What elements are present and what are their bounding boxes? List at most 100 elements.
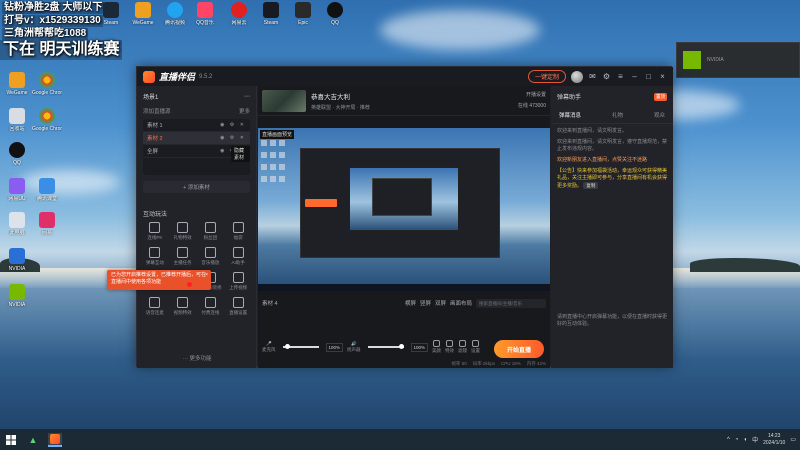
live-app-taskbar-icon[interactable] [48,432,62,447]
app-taskbar-icon[interactable]: ▲ [26,433,40,447]
desktop-icon[interactable]: Epic [288,2,318,26]
desktop-icon[interactable]: 腾讯课堂 [32,178,62,202]
overlay-line-4: 下在 明天训练赛 [0,40,123,60]
scene-menu-icon[interactable]: ⋯ [244,93,250,100]
desktop-icon[interactable]: 网易UU [2,178,32,202]
add-source-button[interactable]: + 添加素材 [143,181,250,193]
pin-button[interactable]: 置顶 [654,92,667,101]
minimize-icon[interactable]: – [630,72,639,81]
start-live-button[interactable]: 开始直播 [494,340,544,358]
desktop-icon[interactable]: QQ [2,142,32,166]
tools-grid: 连线PK 礼物特效 粉丝团 福袋 弹幕互动 主播任务 音乐播放 AI助手 直播回… [137,222,256,316]
more-functions-button[interactable]: ··· 更多功能 [137,354,257,362]
tool-icon [204,222,216,233]
desktop-icon[interactable]: Steam [256,2,286,26]
network-icon[interactable]: ◔ [735,437,739,443]
source-more[interactable]: 更多 [239,107,250,115]
settings-icon[interactable]: ⚙ [602,72,611,81]
status-cpu: CPU 18% [500,361,521,366]
app-icon [39,212,55,228]
tool-item[interactable]: 连线PK [141,222,169,241]
desktop-icon[interactable]: 回收站 [2,108,32,132]
source-header: 添加直播源 [143,109,171,115]
stream-cover[interactable] [262,89,306,112]
tool-item[interactable]: 直播设置 [224,297,252,316]
title-bar[interactable]: 直播伴侣 9.5.2 一键定制 ✉ ⚙ ≡ – □ × [137,67,673,86]
tab-gifts[interactable]: 礼物 [612,111,623,119]
clock[interactable]: 14:23 2024/1/10 [763,433,785,447]
effects-button[interactable]: 特效 [445,340,454,354]
tool-item[interactable]: 粉丝团 [197,222,225,241]
close-icon[interactable]: × [205,272,208,279]
mic-slider[interactable] [282,344,319,349]
desktop-icon[interactable]: WeGame [2,72,32,96]
tab-viewers[interactable]: 观众 [654,111,665,119]
tool-item[interactable]: 视频特效 [169,297,197,316]
desktop-icon[interactable]: NVIDIA [2,284,32,308]
tool-icon [149,297,161,308]
tool-item[interactable]: 礼物特效 [169,222,197,241]
stream-settings-link[interactable]: 开播设置 [518,90,546,101]
desktop-icon[interactable]: WeGame [128,2,158,26]
notification-icon[interactable]: ▭ [790,436,796,443]
windows-start-icon[interactable] [4,433,18,447]
scene-selector[interactable]: 场景1 [143,92,158,101]
desktop-icon[interactable]: 网易云 [224,2,254,26]
preview-canvas[interactable]: 直播画面预览 [258,128,550,291]
layout-dual[interactable]: 双屏 [435,299,446,308]
stream-title[interactable]: 恭喜大吉大利 [311,91,370,101]
tool-item[interactable]: 福袋 [224,222,252,241]
tool-item[interactable]: 上传视频 [224,272,252,291]
tool-item[interactable]: 语音连麦 [141,297,169,316]
clock-time: 14:23 [767,432,781,439]
source-row[interactable]: 素材 2 ◉ ⚙ ✕ [143,132,250,145]
layout-portrait[interactable]: 竖屏 [420,299,431,308]
desktop-icon[interactable]: QQ音乐 [190,2,220,26]
tool-item[interactable]: 主播任务 [169,247,197,266]
menu-icon[interactable]: ≡ [616,72,625,81]
preview-label: 直播画面预览 [260,130,295,139]
tool-item[interactable]: AI助手 [224,247,252,266]
maximize-icon[interactable]: □ [644,72,653,81]
source-actions-icon[interactable]: ◉ ⚙ ✕ [220,122,246,128]
nvidia-widget[interactable]: NVIDIA [676,42,800,78]
netease-icon [231,2,247,18]
tool-icon [204,297,216,308]
tool-item[interactable]: 弹幕互动 [141,247,169,266]
volume-icon[interactable]: ◖ [743,437,747,443]
customize-button[interactable]: 一键定制 [527,70,566,83]
desktop-icon[interactable]: NVIDIA [2,248,32,272]
layout-landscape[interactable]: 横屏 [405,299,416,308]
overlay-line-1: 钻粉净胜2盘 大师以下 [2,2,105,14]
speaker-volume[interactable]: 100% [410,342,429,352]
filter-button[interactable]: 滤镜 [458,340,467,354]
tool-item[interactable]: 音乐播放 [197,247,225,266]
settings-button[interactable]: 设置 [471,340,480,354]
message-icon[interactable]: ✉ [588,72,597,81]
tab-messages[interactable]: 弹幕消息 [559,111,581,119]
desktop-icon[interactable]: Steam [96,2,126,26]
mic-volume[interactable]: 100% [325,342,344,352]
close-icon[interactable]: × [658,72,667,81]
chevron-up-icon[interactable]: ^ [727,437,730,443]
ime-indicator[interactable]: 中 [752,435,758,444]
status-memory: 内存 42% [526,360,546,366]
desktop-icon[interactable]: 此电脑 [2,212,32,236]
desktop-icon[interactable]: 网易 [32,212,62,236]
source-actions-icon[interactable]: ◉ ⚙ ✕ [220,135,246,141]
beauty-button[interactable]: 美颜 [432,340,441,354]
overlay-line-3: 三角洲帮帮吃1088 [2,28,89,40]
desktop-icon[interactable]: Google Chrome [32,108,62,132]
speaker-slider[interactable] [367,344,404,349]
tool-item[interactable]: 付费连线 [197,297,225,316]
copy-button[interactable]: 复制 [583,182,599,189]
desktop-icon[interactable]: QQ [320,2,350,26]
desktop-icon[interactable]: Google Chrome [32,72,62,96]
notification-toast[interactable]: 已为您开启推荐设置，已推荐开播后，可在直播间中使用各项功能 × [107,270,211,290]
avatar[interactable] [571,70,583,83]
source-row[interactable]: 素材 1 ◉ ⚙ ✕ [143,119,250,132]
right-panel-title: 弹幕助手 [557,95,582,101]
layout-dropdown[interactable]: 画面布局 [450,299,472,308]
desktop-icon[interactable]: 腾讯视频 [160,2,190,26]
search-input[interactable]: 搜索直播间/主播/音乐 [476,298,546,308]
